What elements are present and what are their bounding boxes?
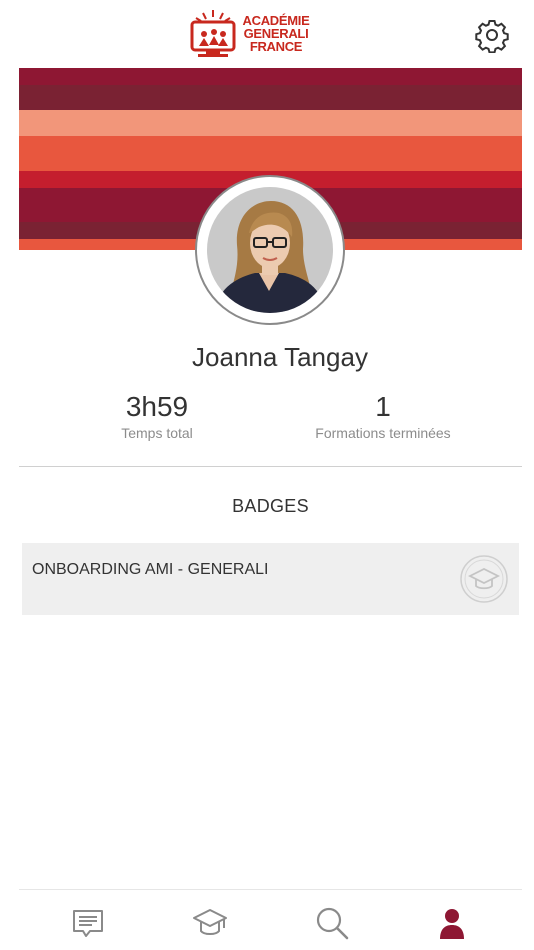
logo-line-3: FRANCE [249,39,303,54]
badges-heading: BADGES [232,496,309,516]
section-divider [19,466,522,467]
banner-stripe [19,110,522,136]
tabbar-divider [19,889,522,890]
academie-generali-logo: ACADÉMIE GENERALI FRANCE [188,8,310,60]
message-icon [73,910,103,937]
avatar [207,187,333,313]
gear-icon [475,20,509,54]
stat-label: Formations terminées [315,425,451,441]
stat-completed-trainings: 1 Formations terminées [300,390,466,442]
avatar-frame [195,175,345,325]
stat-total-time: 3h59 Temps total [96,390,218,442]
tab-search[interactable] [314,905,350,941]
user-icon [440,909,464,939]
profile-name: Joanna Tangay [192,342,368,372]
graduation-cap-icon [460,555,508,603]
banner-stripe [19,68,522,85]
tab-trainings[interactable] [192,905,228,941]
tab-profile[interactable] [434,905,470,941]
banner-stripe [19,136,522,171]
badge-label: ONBOARDING AMI - GENERALI [32,561,269,578]
search-icon [316,907,349,940]
stat-value: 1 [375,391,391,422]
tab-messages[interactable] [70,905,106,941]
avatar-photo [207,187,333,313]
settings-button[interactable] [474,17,510,54]
stat-label: Temps total [121,425,193,441]
logo-screen-icon [190,10,236,57]
graduation-cap-icon [193,909,227,935]
app-header: ACADÉMIE GENERALI FRANCE [0,0,534,68]
badge-item[interactable]: ONBOARDING AMI - GENERALI [22,543,519,615]
banner-stripe [19,85,522,110]
badge-icon [460,555,508,603]
logo-text: ACADÉMIE GENERALI FRANCE [240,14,312,53]
stat-value: 3h59 [125,391,189,422]
